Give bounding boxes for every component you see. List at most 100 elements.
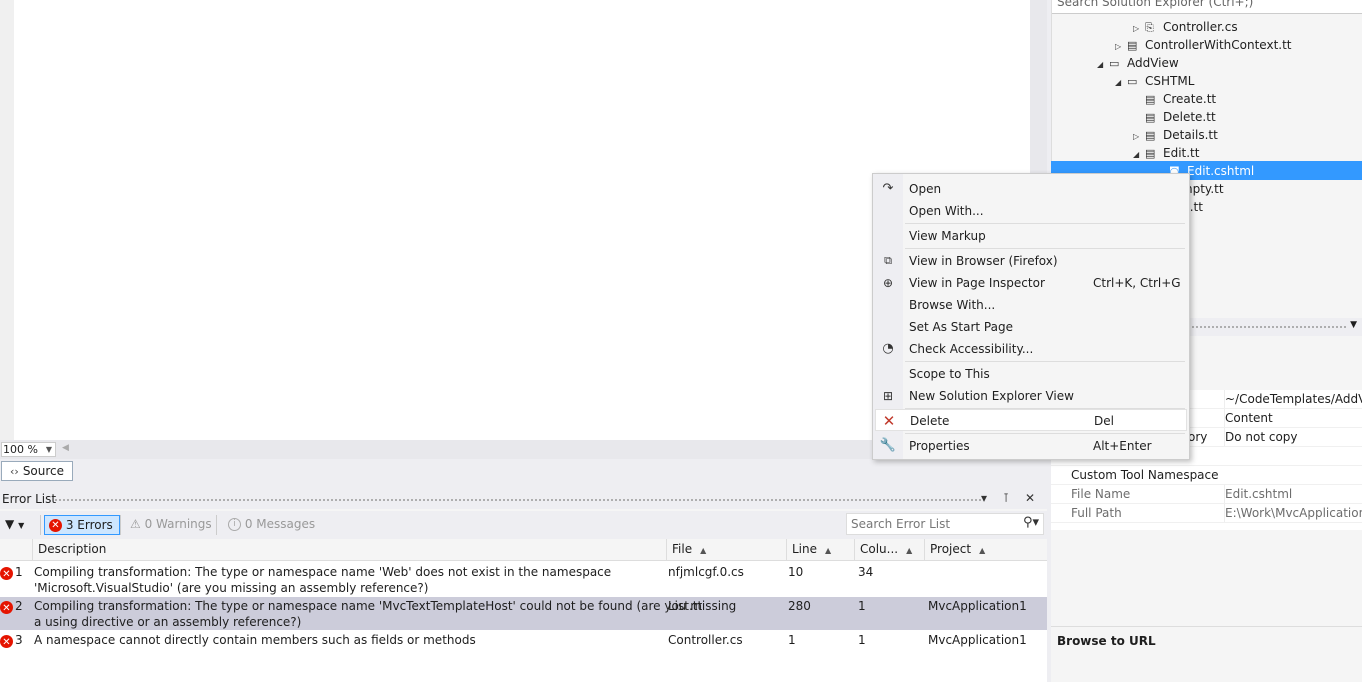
menu-item-set-as-start-page[interactable]: Set As Start Page — [875, 316, 1187, 338]
menu-item-new-solution-explorer-view[interactable]: ⊞ New Solution Explorer View — [875, 385, 1187, 407]
menu-item-open[interactable]: ↷ Open — [875, 178, 1187, 200]
error-list-search-box: ⚲▾ — [846, 513, 1044, 535]
error-line: 10 — [788, 565, 804, 579]
column-header-column[interactable]: Colu... ▲ — [854, 539, 924, 561]
tree-item-controllerwithcontext[interactable]: ▷ ▤ ControllerWithContext.tt — [1115, 36, 1292, 54]
column-header-line[interactable]: Line ▲ — [786, 539, 854, 561]
menu-item-scope-to-this[interactable]: Scope to This — [875, 363, 1187, 385]
menu-separator — [905, 248, 1185, 249]
template-file-icon: ▤ — [1145, 147, 1156, 160]
info-icon: i — [228, 518, 241, 531]
warnings-filter-toggle[interactable]: ⚠ 0 Warnings — [126, 515, 216, 535]
inspector-icon: ⊕ — [882, 276, 894, 290]
collapse-arrow-icon[interactable]: ◢ — [1133, 146, 1145, 164]
csharp-file-icon: ⎘ — [1145, 21, 1154, 34]
collapse-arrow-icon[interactable]: ◢ — [1115, 74, 1127, 92]
menu-item-check-accessibility[interactable]: ◔ Check Accessibility... — [875, 338, 1187, 360]
column-header-file[interactable]: File ▲ — [666, 539, 786, 561]
chevron-down-icon[interactable]: ▼ — [1350, 320, 1357, 330]
error-icon: ✕ — [0, 567, 13, 580]
tree-item-details-tt[interactable]: ▷ ▤ Details.tt — [1133, 126, 1218, 144]
solution-explorer-search[interactable]: Search Solution Explorer (Ctrl+;) — [1052, 0, 1362, 14]
sort-up-icon: ▲ — [700, 546, 707, 555]
menu-item-view-markup[interactable]: View Markup — [875, 225, 1187, 247]
toolbar-separator — [216, 515, 217, 535]
menu-item-properties[interactable]: 🔧 Properties Alt+Enter — [875, 435, 1187, 457]
messages-count-label: 0 Messages — [244, 517, 316, 531]
toolbar-separator — [120, 515, 121, 535]
search-icon[interactable]: ⚲▾ — [1023, 515, 1039, 530]
solution-explorer-search-placeholder: Search Solution Explorer (Ctrl+;) — [1057, 0, 1254, 9]
error-icon: ✕ — [0, 635, 13, 648]
tree-item-addview-folder[interactable]: ◢ ▭ AddView — [1097, 54, 1179, 72]
zoom-combobox[interactable]: 100 % ▼ — [1, 442, 56, 457]
error-row[interactable]: ✕ 1 Compiling transformation: The type o… — [0, 563, 1047, 596]
property-row[interactable]: Full Path E:\Work\MvcApplication1 — [1051, 504, 1362, 523]
error-row[interactable]: ✕ 3 A namespace cannot directly contain … — [0, 631, 1047, 651]
error-description: Compiling transformation: The type or na… — [34, 599, 737, 613]
scroll-left-icon[interactable]: ◀ — [62, 443, 69, 453]
menu-item-browse-with[interactable]: Browse With... — [875, 294, 1187, 316]
property-row[interactable]: File Name Edit.cshtml — [1051, 485, 1362, 504]
error-list-search-input[interactable] — [847, 514, 1007, 534]
error-number: 1 — [15, 565, 23, 579]
toolbar-separator — [40, 515, 41, 535]
error-description-continued: a using directive or an assembly referen… — [34, 615, 302, 629]
error-line: 1 — [788, 633, 796, 647]
filter-icon: ▼ — [5, 517, 15, 531]
title-grip[interactable] — [54, 498, 984, 502]
new-view-icon: ⊞ — [882, 389, 894, 403]
errors-filter-toggle[interactable]: ✕ 3 Errors — [44, 515, 120, 535]
menu-item-delete[interactable]: ✕ Delete Del — [875, 409, 1187, 431]
tree-item-delete-tt[interactable]: ▤ Delete.tt — [1145, 108, 1216, 126]
messages-filter-toggle[interactable]: i 0 Messages — [224, 515, 319, 535]
menu-separator — [905, 433, 1185, 434]
chevron-down-icon: ▼ — [45, 445, 52, 454]
property-row[interactable]: Custom Tool Namespace — [1051, 466, 1362, 485]
error-table-header: Description File ▲ Line ▲ Colu... ▲ Project… — [0, 539, 1047, 561]
menu-item-view-in-page-inspector[interactable]: ⊕ View in Page Inspector Ctrl+K, Ctrl+G — [875, 272, 1187, 294]
error-number: 2 — [15, 599, 23, 613]
filter-dropdown-button[interactable]: ▼ ▼ — [5, 515, 24, 535]
tree-item-empty-tt[interactable]: npty.tt — [1185, 180, 1224, 198]
error-column: 34 — [858, 565, 874, 579]
chevron-down-icon: ▼ — [18, 521, 25, 530]
tree-item-cshtml-folder[interactable]: ◢ ▭ CSHTML — [1115, 72, 1194, 90]
menu-item-open-with[interactable]: Open With... — [875, 200, 1187, 222]
code-brackets-icon: ‹› — [10, 465, 19, 478]
error-column: 1 — [858, 599, 866, 613]
error-row[interactable]: ✕ 2 Compiling transformation: The type o… — [0, 597, 1047, 630]
source-view-tab[interactable]: ‹› Source — [1, 461, 74, 481]
template-file-icon: ▤ — [1127, 39, 1138, 52]
error-project: MvcApplication1 — [928, 633, 1027, 647]
error-column: 1 — [858, 633, 866, 647]
error-description: Compiling transformation: The type or na… — [34, 565, 612, 579]
error-list-title: Error List — [2, 492, 57, 506]
panel-window-buttons[interactable]: ▾ ⊺ ✕ — [981, 491, 1041, 505]
sort-up-icon: ▲ — [906, 546, 913, 555]
accessibility-icon: ◔ — [882, 341, 894, 356]
warnings-count-label: 0 Warnings — [144, 517, 212, 531]
error-table: Description File ▲ Line ▲ Colu... ▲ Project… — [0, 539, 1047, 682]
menu-separator — [905, 223, 1185, 224]
delete-icon: ✕ — [882, 412, 896, 430]
error-line: 280 — [788, 599, 811, 613]
redo-arrow-icon: ↷ — [882, 181, 894, 196]
column-header-description[interactable]: Description — [32, 539, 666, 561]
error-list-titlebar: Error List ▾ ⊺ ✕ — [0, 489, 1047, 509]
collapse-arrow-icon[interactable]: ◢ — [1097, 56, 1109, 74]
template-file-icon: ▤ — [1145, 129, 1156, 142]
error-list-panel: Error List ▾ ⊺ ✕ ▼ ▼ ✕ 3 Errors ⚠ 0 Warn… — [0, 489, 1047, 682]
tree-item-edit-tt[interactable]: ◢ ▤ Edit.tt — [1133, 144, 1199, 162]
tree-item-controller-cs[interactable]: ▷ ⎘ Controller.cs — [1133, 18, 1238, 36]
view-tabs-bar: ‹› Source — [0, 459, 1047, 484]
title-grip[interactable] — [1191, 325, 1346, 329]
property-description-title: Browse to URL — [1057, 634, 1156, 648]
error-file: List.tt — [668, 599, 703, 613]
menu-item-view-in-browser[interactable]: ⧉ View in Browser (Firefox) — [875, 250, 1187, 272]
error-icon: ✕ — [0, 601, 13, 614]
column-header-project[interactable]: Project ▲ — [924, 539, 1044, 561]
error-project: MvcApplication1 — [928, 599, 1027, 613]
folder-icon: ▭ — [1127, 75, 1138, 88]
tree-item-create-tt[interactable]: ▤ Create.tt — [1145, 90, 1216, 108]
